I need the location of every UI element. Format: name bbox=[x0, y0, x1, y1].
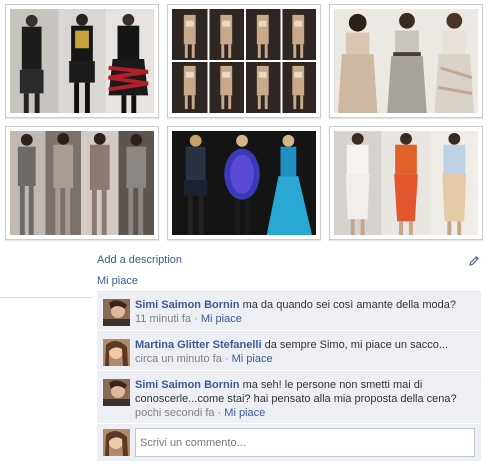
comment-like-link[interactable]: Mi piace bbox=[201, 313, 242, 325]
runway-photo-5 bbox=[172, 131, 316, 235]
comment-timestamp[interactable]: pochi secondi fa bbox=[135, 407, 215, 419]
add-description-link[interactable]: Add a description bbox=[97, 254, 182, 266]
runway-photo-1 bbox=[10, 9, 154, 113]
comment-author[interactable]: Martina Glitter Stefanelli bbox=[135, 339, 262, 351]
meta-separator: · bbox=[224, 353, 229, 365]
avatar[interactable] bbox=[103, 299, 130, 326]
divider bbox=[0, 297, 92, 298]
photo-thumbnail-6[interactable] bbox=[329, 126, 483, 240]
comment-timestamp[interactable]: circa un minuto fa bbox=[135, 353, 222, 365]
comment-item: Martina Glitter Stefanelli da sempre Sim… bbox=[97, 331, 481, 370]
comment-like-link[interactable]: Mi piace bbox=[224, 407, 265, 419]
meta-separator: · bbox=[194, 313, 198, 325]
comment-composer bbox=[97, 424, 481, 461]
comment-item: Simi Saimon Bornin ma seh! le persone no… bbox=[97, 371, 481, 423]
comments-list: Simi Saimon Bornin ma da quando sei così… bbox=[97, 290, 481, 461]
comment-input[interactable] bbox=[135, 428, 475, 457]
comment-timestamp[interactable]: 11 minuti fa bbox=[135, 313, 191, 325]
pencil-icon[interactable] bbox=[468, 255, 480, 267]
photo-grid bbox=[0, 0, 494, 248]
comment-body: da sempre Simo, mi piace un sacco... bbox=[264, 339, 449, 351]
avatar[interactable] bbox=[103, 339, 130, 366]
comment-author[interactable]: Simi Saimon Bornin bbox=[135, 379, 240, 391]
runway-photo-2 bbox=[172, 9, 316, 113]
runway-photo-6 bbox=[334, 131, 478, 235]
photo-thumbnail-4[interactable] bbox=[5, 126, 159, 240]
photo-thumbnail-3[interactable] bbox=[329, 4, 483, 118]
photo-thumbnail-2[interactable] bbox=[167, 4, 321, 118]
comment-item: Simi Saimon Bornin ma da quando sei così… bbox=[97, 291, 481, 330]
comment-body: ma da quando sei così amante della moda? bbox=[242, 299, 456, 311]
avatar[interactable] bbox=[103, 379, 130, 406]
like-link[interactable]: Mi piace bbox=[97, 275, 138, 287]
runway-photo-4 bbox=[10, 131, 154, 235]
runway-photo-3 bbox=[334, 9, 478, 113]
comment-like-link[interactable]: Mi piace bbox=[232, 353, 273, 365]
avatar bbox=[103, 429, 130, 456]
photo-thumbnail-1[interactable] bbox=[5, 4, 159, 118]
meta-separator: · bbox=[217, 407, 222, 419]
comment-author[interactable]: Simi Saimon Bornin bbox=[135, 299, 240, 311]
photo-thumbnail-5[interactable] bbox=[167, 126, 321, 240]
